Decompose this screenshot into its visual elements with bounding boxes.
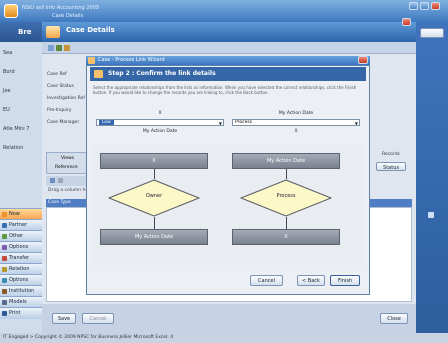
nav-icon — [2, 234, 7, 239]
window-title: Case Details — [52, 13, 84, 19]
nav-icon — [2, 267, 7, 272]
right-dropdown[interactable] — [420, 28, 444, 38]
left-column-header: X — [158, 111, 162, 116]
grid-icon[interactable] — [58, 178, 63, 183]
nav-icon — [2, 289, 7, 294]
close-button[interactable]: Close — [380, 313, 408, 324]
field-label: Investigation Ref — [47, 96, 85, 101]
left-bottom-box: My Action Date — [100, 229, 208, 245]
nav-label[interactable]: Relation — [3, 145, 23, 151]
left-navigation: Bre Sea Bord Jee EU Atle Mini 7 Relation… — [0, 22, 51, 333]
wizard-finish-button[interactable]: Finish — [330, 275, 360, 286]
grid-icon[interactable] — [50, 178, 55, 183]
left-top-box: X — [100, 153, 208, 169]
connector-line — [154, 169, 155, 179]
views-panel: Views Reference — [46, 152, 88, 174]
wizard-back-button[interactable]: < Back — [297, 275, 325, 286]
save-button[interactable]: Save — [52, 313, 76, 324]
right-relationship-select[interactable]: Process ▼ — [232, 119, 360, 126]
nav-label[interactable]: Bord — [3, 69, 15, 75]
cancel-button[interactable]: Cancel — [82, 313, 114, 324]
nav-icon — [2, 311, 7, 316]
connector-line — [286, 217, 287, 229]
maximize-button[interactable] — [420, 2, 429, 10]
app-title: NSIU sell Info Accounting 2009 — [22, 5, 99, 11]
connector-line — [286, 169, 287, 179]
left-sub-label: My Action Date — [142, 129, 178, 134]
records-label: Records — [382, 152, 400, 157]
nav-icon — [2, 256, 7, 261]
right-column-header: My Action Date — [278, 111, 314, 116]
case-details-title: Case Details — [66, 26, 115, 34]
app-logo-icon — [4, 4, 18, 18]
case-details-title-bar: Case Details — [42, 22, 416, 42]
app-title-bar: NSIU sell Info Accounting 2009 Case Deta… — [0, 0, 448, 22]
scroll-icon[interactable] — [428, 212, 434, 218]
left-relationship-select[interactable]: Low ▼ — [96, 119, 224, 126]
case-details-footer: Save Cancel Close — [42, 304, 416, 333]
wizard-title-bar: Case - Process Link Wizard — [86, 56, 370, 65]
wizard-cancel-button[interactable]: Cancel — [250, 275, 283, 286]
grid-toolbar — [46, 176, 88, 186]
wizard-step-header: Step 2 : Confirm the link details — [90, 67, 366, 81]
connector-line — [154, 217, 155, 229]
nav-icon — [2, 300, 7, 305]
nav-label[interactable]: EU — [3, 107, 10, 113]
minimize-button[interactable] — [409, 2, 418, 10]
close-wizard-button[interactable] — [358, 56, 368, 64]
nav-icon — [2, 245, 7, 250]
wizard-icon — [88, 57, 95, 64]
right-top-box: My Action Date — [232, 153, 340, 169]
right-panel-strip — [416, 22, 448, 333]
nav-label[interactable]: Jee — [3, 88, 11, 94]
toolbar-edit-icon[interactable] — [64, 45, 70, 51]
toolbar-save-icon[interactable] — [56, 45, 62, 51]
case-toolbar — [42, 42, 416, 54]
nav-label[interactable]: Sea — [3, 50, 12, 56]
close-app-button[interactable] — [431, 2, 440, 10]
case-details-icon — [46, 26, 60, 38]
right-sub-label: X — [294, 129, 298, 134]
step-title: Step 2 : Confirm the link details — [108, 70, 216, 77]
chevron-down-icon: ▼ — [218, 121, 222, 126]
nav-icon — [2, 212, 7, 217]
nav-header: Bre — [0, 22, 42, 42]
right-diamond-label: Process — [276, 193, 296, 199]
right-bottom-box: X — [232, 229, 340, 245]
wizard-description: Select the appropriate relationships fro… — [93, 85, 357, 95]
nav-label[interactable]: Atle Mini 7 — [3, 126, 29, 132]
nav-icon — [2, 278, 7, 283]
status-bar: IT Engaged > Copyright © 2009 NPSC for B… — [0, 333, 448, 343]
field-label: Case Status — [47, 84, 74, 89]
field-label: Case Ref — [47, 72, 67, 77]
status-button[interactable]: Status — [376, 162, 406, 171]
step-icon — [94, 70, 103, 78]
wizard-title: Case - Process Link Wizard — [98, 57, 165, 63]
left-diamond-label: Owner — [145, 193, 163, 199]
field-label: Pre-Inquiry — [47, 108, 72, 113]
close-case-details-button[interactable] — [402, 18, 411, 26]
chevron-down-icon: ▼ — [354, 121, 358, 126]
nav-icon — [2, 223, 7, 228]
toolbar-new-icon[interactable] — [48, 45, 54, 51]
field-label: Case Manager — [47, 120, 80, 125]
